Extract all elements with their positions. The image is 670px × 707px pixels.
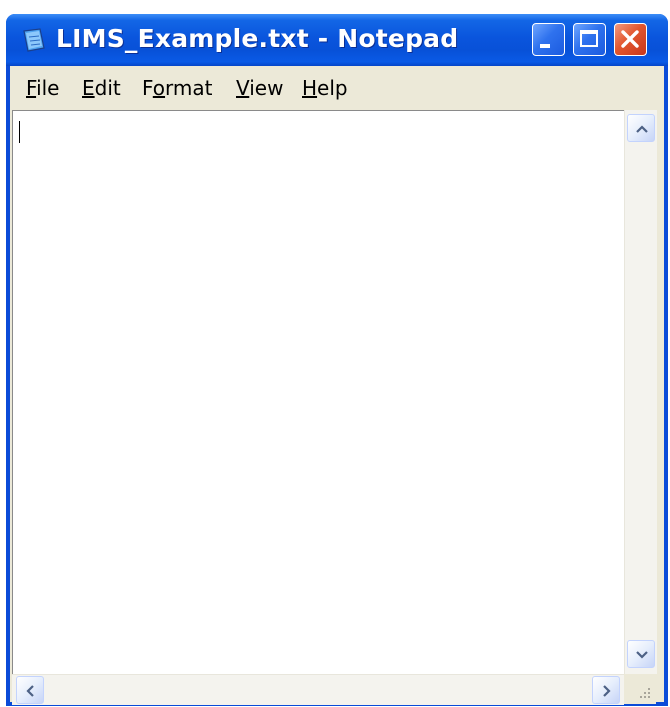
notepad-window: LIMS_Example.txt - Notepad File Edit For… (6, 14, 668, 706)
scroll-left-button[interactable] (16, 676, 44, 704)
text-editor[interactable] (12, 110, 625, 675)
minimize-button[interactable] (532, 23, 565, 56)
scroll-right-button[interactable] (592, 676, 620, 704)
horizontal-scrollbar[interactable] (12, 674, 624, 705)
title-bar[interactable]: LIMS_Example.txt - Notepad (6, 14, 668, 66)
maximize-icon (580, 30, 598, 47)
close-icon (621, 30, 639, 48)
menu-edit[interactable]: Edit (82, 76, 121, 100)
menu-view[interactable]: View (236, 76, 283, 100)
minimize-icon (540, 44, 550, 48)
scroll-up-button[interactable] (627, 114, 655, 142)
size-grip-icon (640, 688, 650, 698)
maximize-button[interactable] (573, 23, 606, 56)
notepad-icon[interactable] (20, 28, 48, 54)
chevron-left-icon (26, 685, 34, 697)
chevron-down-icon (636, 651, 648, 659)
window-title: LIMS_Example.txt - Notepad (56, 24, 459, 53)
menu-format[interactable]: Format (142, 76, 213, 100)
vertical-scrollbar[interactable] (624, 110, 657, 674)
client-area (10, 108, 664, 705)
menu-bar: File Edit Format View Help (10, 66, 664, 109)
menu-file[interactable]: File (26, 76, 59, 100)
text-caret (19, 121, 20, 143)
resize-grip[interactable] (624, 674, 656, 704)
chevron-right-icon (603, 685, 611, 697)
close-button[interactable] (614, 23, 647, 56)
menu-help[interactable]: Help (302, 76, 348, 100)
chevron-up-icon (636, 125, 648, 133)
scroll-down-button[interactable] (627, 640, 655, 668)
